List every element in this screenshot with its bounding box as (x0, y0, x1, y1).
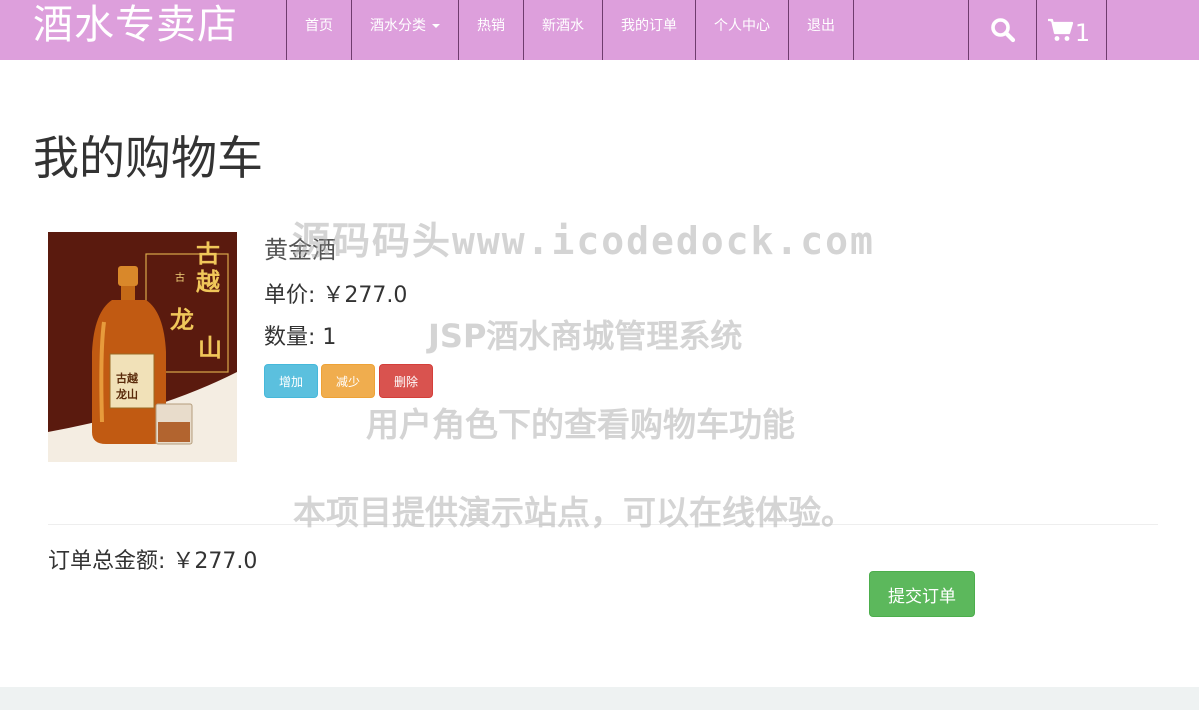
page-title: 我的购物车 (33, 131, 263, 185)
nav-item-new[interactable]: 新酒水 (524, 0, 603, 60)
nav-item-label: 热销 (477, 18, 505, 34)
nav-item-logout[interactable]: 退出 (789, 0, 854, 60)
nav-item-label: 我的订单 (621, 18, 677, 34)
watermark-line: 用户角色下的查看购物车功能 (366, 405, 795, 444)
svg-text:古越: 古越 (116, 371, 139, 385)
quantity: 数量: 1 (264, 325, 337, 350)
navbar: 酒水专卖店 首页 酒水分类 热销 新酒水 我的订单 个人中心 退出 1 (0, 0, 1199, 60)
svg-text:龙: 龙 (170, 305, 194, 334)
nav-item-label: 个人中心 (714, 18, 770, 34)
watermark-line: 本项目提供演示站点，可以在线体验。 (293, 493, 854, 532)
increase-quantity-button[interactable]: 增加 (264, 364, 318, 398)
submit-order-button[interactable]: 提交订单 (869, 571, 975, 617)
nav-right: 1 (968, 0, 1107, 60)
nav-item-label: 新酒水 (542, 18, 584, 34)
unit-price: 单价: ￥277.0 (264, 283, 408, 308)
svg-text:山: 山 (198, 333, 222, 362)
divider (48, 524, 1158, 525)
watermark-line: JSP酒水商城管理系统 (428, 317, 743, 355)
search-button[interactable] (969, 0, 1037, 60)
delete-item-button[interactable]: 删除 (379, 364, 433, 398)
liquor-bottle-image: 古 古 越 龙 山 古越 龙山 (48, 232, 237, 462)
nav-item-label: 首页 (305, 18, 333, 34)
svg-text:越: 越 (196, 267, 221, 296)
order-total: 订单总金额: ￥277.0 (48, 549, 258, 574)
brand-logo[interactable]: 酒水专卖店 (33, 0, 238, 56)
svg-text:古: 古 (196, 239, 220, 268)
svg-text:古: 古 (173, 271, 185, 283)
cart-icon (1047, 18, 1073, 41)
cart-button[interactable]: 1 (1037, 0, 1107, 60)
cart-count-badge: 1 (1074, 19, 1091, 47)
nav-item-profile[interactable]: 个人中心 (696, 0, 789, 60)
nav-item-label: 酒水分类 (370, 18, 426, 34)
product-name[interactable]: 黄金酒 (264, 230, 336, 265)
nav-item-home[interactable]: 首页 (287, 0, 352, 60)
footer (0, 687, 1199, 710)
svg-text:龙山: 龙山 (115, 387, 138, 401)
watermark-line: 源码码头www.icodedock.com (292, 219, 875, 263)
nav-item-category-dropdown[interactable]: 酒水分类 (352, 0, 459, 60)
decrease-quantity-button[interactable]: 减少 (321, 364, 375, 398)
caret-down-icon (432, 24, 440, 28)
main-nav: 首页 酒水分类 热销 新酒水 我的订单 个人中心 退出 (286, 0, 854, 60)
search-icon (990, 18, 1015, 43)
nav-item-my-orders[interactable]: 我的订单 (603, 0, 696, 60)
nav-item-label: 退出 (807, 18, 835, 34)
nav-item-hot[interactable]: 热销 (459, 0, 524, 60)
product-image[interactable]: 古 古 越 龙 山 古越 龙山 (48, 232, 237, 462)
